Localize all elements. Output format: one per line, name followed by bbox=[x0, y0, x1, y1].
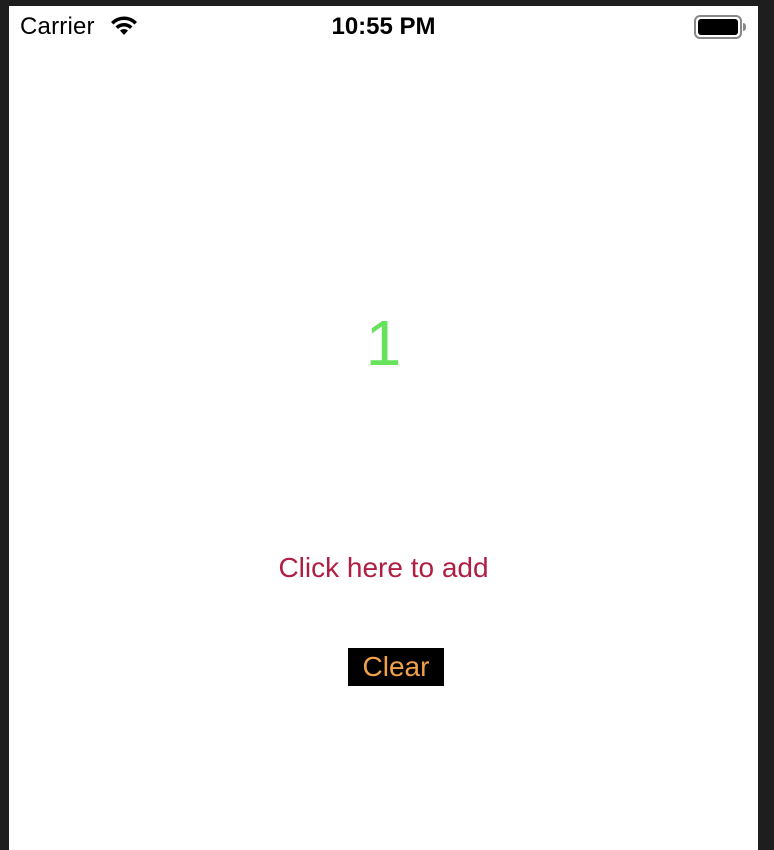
add-button[interactable]: Click here to add bbox=[9, 552, 758, 584]
counter-value: 1 bbox=[365, 307, 402, 379]
device-frame: Carrier 10:55 PM 1 Click here to add Cle… bbox=[0, 0, 774, 850]
battery-icon bbox=[694, 15, 746, 39]
clear-button[interactable]: Clear bbox=[348, 648, 444, 686]
clock: 10:55 PM bbox=[331, 13, 436, 40]
status-bar: Carrier 10:55 PM bbox=[9, 6, 758, 48]
app-screen: Carrier 10:55 PM 1 Click here to add Cle… bbox=[9, 6, 758, 850]
